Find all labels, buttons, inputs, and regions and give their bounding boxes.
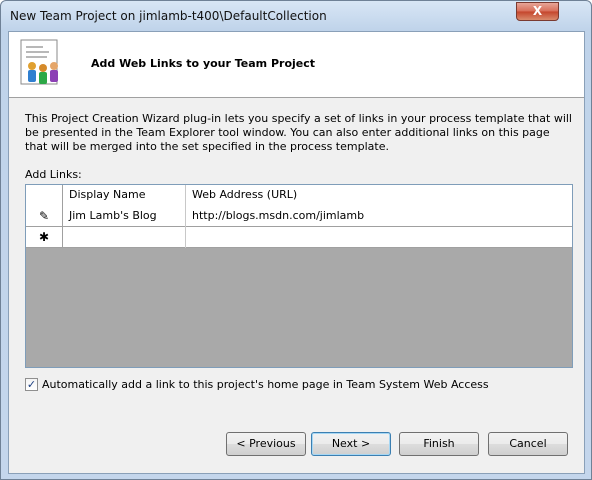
links-grid[interactable]: Display Name Web Address (URL) ✎ Jim Lam…: [25, 184, 573, 368]
display-name-cell[interactable]: Jim Lamb's Blog: [63, 206, 186, 227]
row-selector-header[interactable]: [26, 185, 63, 206]
team-document-icon: [20, 39, 58, 85]
close-button[interactable]: X: [516, 2, 559, 21]
web-address-cell[interactable]: [186, 227, 572, 248]
close-icon: X: [532, 4, 543, 18]
auto-link-label[interactable]: Automatically add a link to this project…: [42, 378, 489, 391]
wizard-page: Add Web Links to your Team Project This …: [8, 31, 585, 474]
add-links-label: Add Links:: [25, 168, 82, 181]
grid-header: Display Name Web Address (URL): [26, 185, 572, 206]
edit-row-icon[interactable]: ✎: [26, 206, 63, 226]
window-title: New Team Project on jimlamb-t400\Default…: [10, 9, 327, 23]
next-button[interactable]: Next >: [311, 432, 391, 456]
column-header-display-name[interactable]: Display Name: [63, 185, 186, 206]
wizard-window: New Team Project on jimlamb-t400\Default…: [0, 0, 592, 480]
title-bar[interactable]: New Team Project on jimlamb-t400\Default…: [1, 1, 591, 31]
auto-link-checkbox[interactable]: ✓: [25, 378, 38, 391]
display-name-cell[interactable]: [63, 227, 186, 248]
cancel-button[interactable]: Cancel: [488, 432, 568, 456]
web-address-cell[interactable]: http://blogs.msdn.com/jimlamb: [186, 206, 572, 227]
table-row[interactable]: ✎ Jim Lamb's Blog http://blogs.msdn.com/…: [26, 206, 572, 227]
new-row-icon[interactable]: ✱: [26, 227, 63, 247]
column-header-web-address[interactable]: Web Address (URL): [186, 185, 572, 206]
previous-button[interactable]: < Previous: [226, 432, 306, 456]
wizard-header: Add Web Links to your Team Project: [9, 32, 584, 98]
intro-description: This Project Creation Wizard plug-in let…: [25, 112, 572, 153]
page-title: Add Web Links to your Team Project: [91, 57, 316, 70]
finish-button[interactable]: Finish: [399, 432, 479, 456]
new-row[interactable]: ✱: [26, 227, 572, 248]
